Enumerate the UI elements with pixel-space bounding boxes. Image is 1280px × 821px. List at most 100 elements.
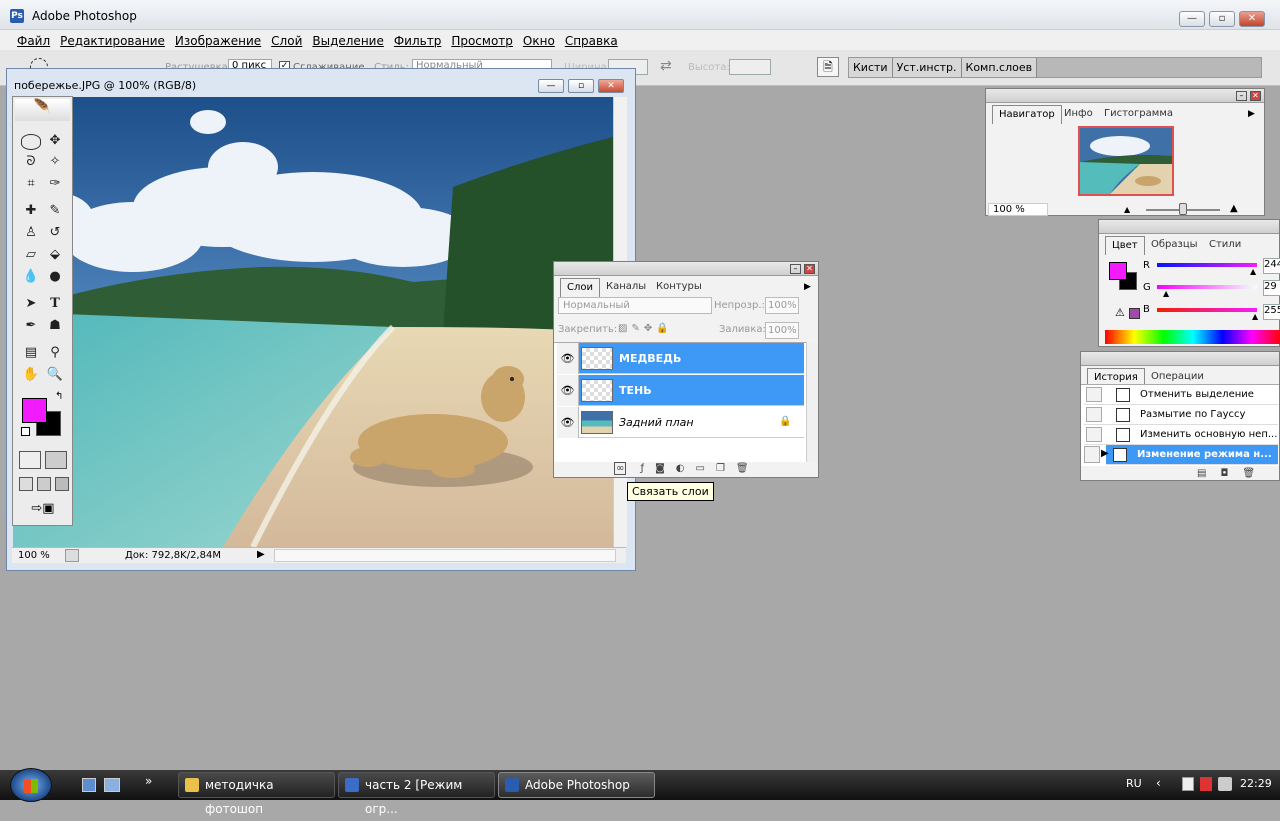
zoom-readout[interactable]: 100 %	[18, 550, 50, 561]
delete-state-icon[interactable]: 🗑	[1242, 468, 1269, 479]
elliptical-marquee-tool-icon[interactable]	[21, 134, 41, 150]
history-item[interactable]: Размытие по Гауссу	[1084, 405, 1278, 425]
minimize-button[interactable]: —	[1179, 11, 1205, 27]
notes-tool-icon[interactable]: ▤	[21, 343, 41, 363]
well-tab-brushes[interactable]: Кисти	[849, 58, 893, 77]
layer-mask-icon[interactable]: ◙	[655, 463, 676, 474]
tab-histogram[interactable]: Гистограмма	[1098, 105, 1179, 124]
panel-menu-icon[interactable]: ▶	[1248, 109, 1255, 119]
blur-tool-icon[interactable]: 💧	[21, 267, 41, 287]
color-ramp[interactable]	[1105, 330, 1280, 344]
type-tool-icon[interactable]: T	[45, 294, 65, 314]
document-horizontal-scrollbar[interactable]	[274, 549, 616, 562]
menu-edit[interactable]: Редактирование	[55, 32, 170, 50]
channel-g-value[interactable]: 29	[1263, 280, 1280, 296]
visibility-eye-icon[interactable]: 👁	[557, 375, 579, 406]
switch-windows-icon[interactable]	[104, 778, 120, 792]
history-snapshot-checkbox[interactable]	[1086, 387, 1102, 402]
delete-layer-icon[interactable]: 🗑	[736, 463, 760, 474]
pen-tool-icon[interactable]: ✒	[21, 316, 41, 336]
swap-dimensions-icon[interactable]: ⇄	[660, 58, 672, 74]
channel-r-slider[interactable]	[1157, 263, 1257, 267]
eyedropper-tool-icon[interactable]: ⚲	[45, 343, 65, 363]
color-fg-swatch[interactable]	[1109, 262, 1127, 280]
swap-colors-icon[interactable]: ↰	[55, 391, 63, 402]
history-snapshot-checkbox[interactable]	[1086, 427, 1102, 442]
layers-menu-icon[interactable]: ▶	[804, 282, 811, 292]
quick-mask-button[interactable]	[45, 451, 67, 469]
menu-help[interactable]: Справка	[560, 32, 623, 50]
hand-tool-icon[interactable]: ✋	[21, 365, 41, 385]
adobe-feather-icon[interactable]: 🪶	[15, 99, 70, 121]
quicklaunch-chevron-icon[interactable]: »	[145, 774, 152, 788]
close-button[interactable]: ✕	[1239, 11, 1265, 27]
move-tool-icon[interactable]: ✥	[45, 131, 65, 151]
zoom-tool-icon[interactable]: 🔍	[45, 365, 65, 385]
new-snapshot-icon[interactable]: ◘	[1220, 468, 1242, 479]
foreground-color-overlay[interactable]	[22, 398, 47, 423]
magic-wand-tool-icon[interactable]: ✧	[45, 152, 65, 172]
tray-expand-icon[interactable]: ‹	[1156, 776, 1161, 790]
layers-scrollbar[interactable]	[806, 342, 818, 462]
tab-swatches[interactable]: Образцы	[1145, 236, 1204, 255]
tab-channels[interactable]: Каналы	[600, 278, 652, 297]
history-brush-tool-icon[interactable]: ↺	[45, 223, 65, 243]
layers-minimize-icon[interactable]: –	[790, 264, 801, 274]
visibility-eye-icon[interactable]: 👁	[557, 343, 579, 374]
navigator-preview[interactable]	[1078, 126, 1174, 196]
opacity-field[interactable]: 100%	[765, 297, 799, 314]
lasso-tool-icon[interactable]: ᘐ	[21, 152, 41, 172]
gamut-warning-icon[interactable]: ⚠	[1115, 306, 1125, 319]
panel-minimize-icon[interactable]: –	[1236, 91, 1247, 101]
doc-close-button[interactable]: ✕	[598, 79, 624, 93]
eraser-tool-icon[interactable]: ▱	[21, 245, 41, 265]
tray-clock[interactable]: 22:29	[1240, 777, 1272, 790]
doc-minimize-button[interactable]: —	[538, 79, 564, 93]
taskbar-item-photoshop[interactable]: Adobe Photoshop	[498, 772, 655, 798]
history-item[interactable]: Отменить выделение	[1084, 385, 1278, 405]
menu-file[interactable]: Файл	[12, 32, 55, 50]
link-layers-icon[interactable]: ∞	[614, 462, 627, 475]
visibility-eye-icon[interactable]: 👁	[557, 407, 579, 438]
tab-layers[interactable]: Слои	[560, 278, 600, 297]
jump-to-imageready-icon[interactable]: ⇨▣	[21, 501, 65, 519]
menu-filter[interactable]: Фильтр	[389, 32, 446, 50]
image-canvas[interactable]	[13, 97, 613, 547]
burn-tool-icon[interactable]: ●	[45, 267, 65, 287]
blend-mode-select[interactable]: Нормальный	[558, 297, 712, 314]
well-tab-layer-comps[interactable]: Комп.слоев	[961, 58, 1038, 77]
channel-g-thumb[interactable]: ▲	[1163, 289, 1169, 298]
layers-close-icon[interactable]: ✕	[804, 264, 815, 274]
tab-info[interactable]: Инфо	[1058, 105, 1099, 124]
standard-mode-button[interactable]	[19, 451, 41, 469]
tab-color[interactable]: Цвет	[1105, 236, 1145, 255]
height-input[interactable]	[729, 59, 771, 75]
new-document-from-state-icon[interactable]: ▤	[1197, 468, 1220, 479]
screen-mode-standard-icon[interactable]	[19, 477, 33, 491]
zoom-in-icon[interactable]: ▲	[1230, 203, 1238, 214]
adjustment-layer-icon[interactable]: ◐	[676, 463, 696, 474]
gamut-color-swatch[interactable]	[1129, 308, 1140, 319]
channel-r-thumb[interactable]: ▲	[1250, 267, 1256, 276]
maximize-button[interactable]: ▫	[1209, 11, 1235, 27]
slice-tool-icon[interactable]: ✑	[45, 174, 65, 194]
new-group-icon[interactable]: ▭	[696, 463, 716, 474]
show-desktop-icon[interactable]	[82, 778, 96, 792]
well-tab-tool-presets[interactable]: Уст.инстр.	[892, 58, 962, 77]
menu-layer[interactable]: Слой	[266, 32, 307, 50]
channel-b-thumb[interactable]: ▲	[1252, 312, 1258, 321]
panel-close-icon[interactable]: ✕	[1250, 91, 1261, 101]
clone-stamp-tool-icon[interactable]: ♙	[21, 223, 41, 243]
layer-row-bear[interactable]: 👁 МЕДВЕДЬ	[557, 343, 804, 374]
history-item-current[interactable]: Изменение режима н...	[1106, 445, 1278, 465]
brush-tool-icon[interactable]: ✎	[45, 201, 65, 221]
tab-paths[interactable]: Контуры	[650, 278, 708, 297]
menu-window[interactable]: Окно	[518, 32, 560, 50]
menu-select[interactable]: Выделение	[307, 32, 388, 50]
layer-row-background[interactable]: 👁 Задний план 🔒	[557, 407, 804, 438]
new-layer-icon[interactable]: ❐	[716, 463, 736, 474]
navigator-zoom-field[interactable]: 100 %	[988, 203, 1048, 216]
status-menu-arrow-icon[interactable]: ▶	[257, 549, 265, 560]
zoom-out-icon[interactable]: ▲	[1124, 205, 1130, 214]
fill-field[interactable]: 100%	[765, 322, 799, 339]
